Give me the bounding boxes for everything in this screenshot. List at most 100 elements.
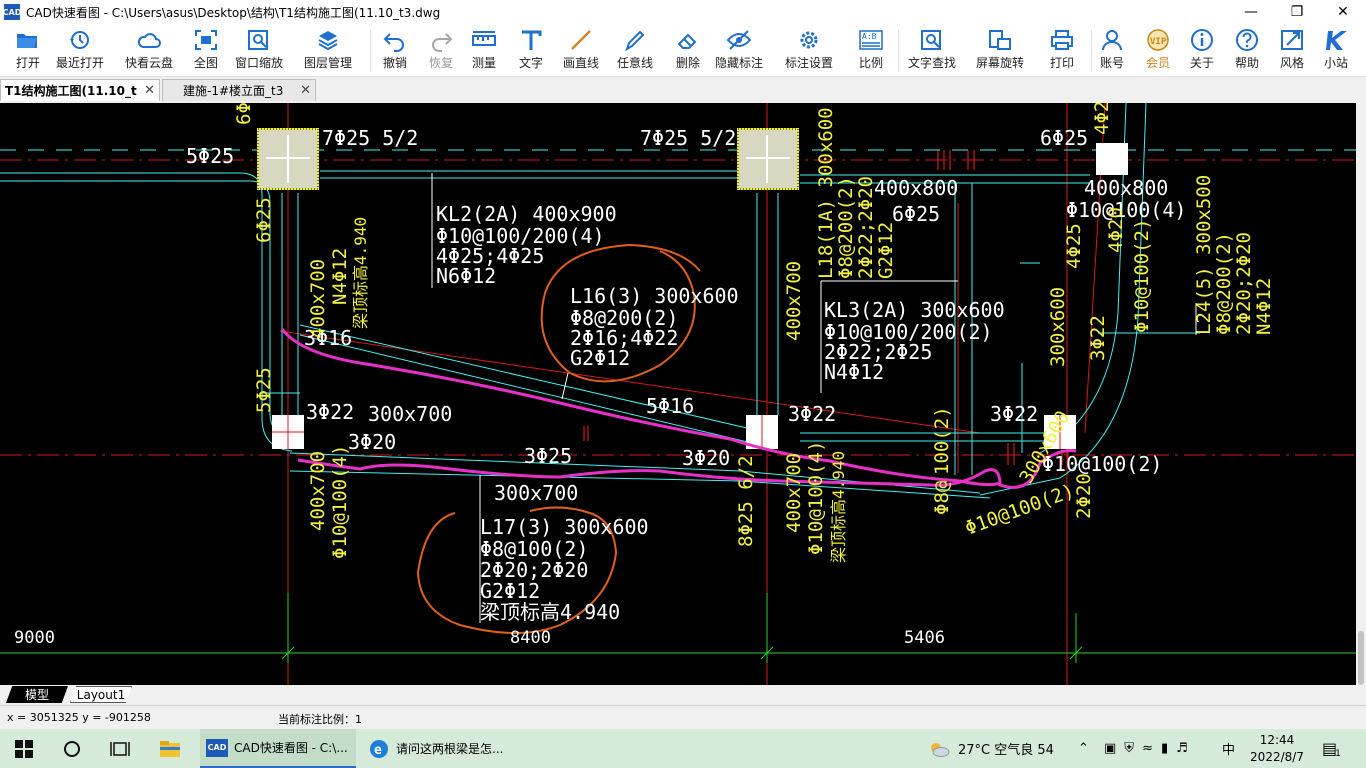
rotate-screen-icon	[989, 30, 1011, 50]
volume-icon[interactable]: ♬	[1176, 741, 1188, 756]
printer-icon	[1051, 30, 1073, 50]
cloud-sun-icon	[931, 742, 950, 757]
toolbar-label: 画直线	[562, 56, 599, 70]
label-5phi16: 5Φ16	[646, 394, 694, 418]
taskbar-app-cad[interactable]: CAD CAD快速看图 - C:\...	[200, 729, 356, 768]
svg-text:A:B: A:B	[862, 32, 877, 41]
label-y-elev-a: 梁顶标高4.940	[351, 217, 370, 329]
svg-text:e: e	[374, 743, 382, 758]
drawing-canvas[interactable]: 5Φ25 7Φ25 5/2 7Φ25 5/2 6Φ25 KL2(2A) 400x…	[0, 103, 1356, 685]
annotation-scale-status: 当前标注比例：1	[278, 713, 362, 726]
user-icon	[1102, 30, 1122, 51]
line-icon	[571, 30, 591, 50]
open-button[interactable]: 打开	[0, 28, 56, 74]
toolbar-label: 任意线	[616, 56, 653, 70]
recent-button[interactable]: 最近打开	[52, 28, 108, 74]
defender-icon[interactable]: ⛨	[1124, 741, 1134, 756]
weather-widget[interactable]: 27°C 空气良 54	[928, 729, 1054, 768]
tab-elevation[interactable]: 建施-1#楼立面_t3 ✕	[162, 79, 316, 101]
freeline-button[interactable]: 任意线	[607, 28, 663, 74]
label-y-l24-stirrup: Φ8@200(2)	[1213, 232, 1235, 335]
battery-icon[interactable]: ▮	[1161, 741, 1168, 756]
folder-icon	[160, 740, 180, 757]
close-button[interactable]: ✕	[1320, 0, 1366, 24]
erase-button[interactable]: 删除	[660, 28, 716, 74]
fullview-button[interactable]: 全图	[178, 28, 234, 74]
tray-app-icon[interactable]: ▣	[1104, 741, 1116, 756]
label-y-400x700-b: 400x700	[783, 261, 805, 341]
label-l17-elevation: 梁顶标高4.940	[480, 600, 620, 624]
label-y-phi10-c: Φ10@100(4)	[805, 441, 827, 555]
taskbar-app-label: CAD快速看图 - C:\...	[234, 741, 348, 755]
tab-model[interactable]: 模型	[6, 686, 68, 703]
toolbar-label: 打印	[1049, 56, 1074, 70]
label-y-phi10-d: Φ10@100(2)	[962, 480, 1077, 540]
layers-button[interactable]: 图层管理	[300, 28, 356, 74]
label-l16: L16(3) 300x600	[570, 284, 739, 308]
findtext-button[interactable]: 文字查找	[904, 28, 960, 74]
scroll-thumb[interactable]	[1358, 631, 1364, 685]
notification-count: 1	[1335, 748, 1341, 759]
toolbar-label: 标注设置	[784, 56, 833, 70]
vip-icon: VIP	[1147, 29, 1169, 51]
label-y-6phi25-a: 6Φ25	[253, 197, 275, 243]
zoom-window-icon	[248, 30, 268, 50]
marksettings-button[interactable]: 标注设置	[781, 28, 837, 74]
taskbar-app-browser[interactable]: e 请问这两根梁是怎...	[362, 729, 512, 768]
label-3phi20-b: 3Φ20	[682, 446, 730, 470]
label-l17: L17(3) 300x600	[480, 515, 649, 539]
task-view-button[interactable]	[104, 729, 136, 768]
app-logo: CAD	[3, 4, 21, 20]
print-button[interactable]: 打印	[1034, 28, 1090, 74]
clock[interactable]: 12:44 2022/8/7	[1248, 729, 1306, 768]
scale-button[interactable]: A:B 比例	[843, 28, 899, 74]
find-text-icon	[921, 30, 941, 50]
tray-overflow-icon[interactable]: ⌃	[1078, 729, 1089, 768]
rotate-button[interactable]: 屏幕旋转	[972, 28, 1028, 74]
label-y-400x700-a: 400x700	[307, 259, 329, 339]
tab-t1-structure[interactable]: T1结构施工图(11.10_t ✕	[0, 79, 160, 101]
taskbar-app-label: 请问这两根梁是怎...	[396, 742, 504, 756]
help-icon	[1236, 29, 1258, 51]
label-3phi20-a: 3Φ20	[348, 430, 396, 454]
window-title: CAD快速看图 - C:\Users\asus\Desktop\结构\T1结构施…	[26, 5, 441, 20]
text-button[interactable]: 文字	[503, 28, 559, 74]
label-300x700-b: 300x700	[494, 481, 578, 505]
dimension-lines	[0, 593, 1356, 663]
toolbar-label: 小站	[1323, 56, 1348, 70]
search-button[interactable]	[56, 729, 88, 768]
label-y-5phi25: 5Φ25	[253, 367, 275, 413]
toolbar-label: 比例	[858, 56, 883, 70]
label-kl2: KL2(2A) 400x900	[436, 202, 617, 226]
toolbar-label: 窗口缩放	[234, 56, 283, 70]
tab-close-icon[interactable]: ✕	[144, 83, 155, 98]
minimize-button[interactable]: —	[1228, 0, 1274, 24]
notification-center-button[interactable]: ▤ 1	[1322, 729, 1341, 768]
start-button[interactable]	[8, 729, 40, 768]
status-bar: x = 3051325 y = -901258 当前标注比例：1	[0, 705, 1366, 729]
windows-logo-icon	[15, 739, 33, 758]
ime-indicator[interactable]: 中	[1222, 729, 1235, 768]
wifi-icon[interactable]: ≈	[1142, 741, 1153, 756]
line-button[interactable]: 画直线	[553, 28, 609, 74]
file-explorer-button[interactable]	[152, 729, 188, 768]
zoomwin-button[interactable]: 窗口缩放	[231, 28, 287, 74]
label-7phi25-a: 7Φ25 5/2	[322, 126, 418, 150]
windows-taskbar: CAD CAD快速看图 - C:\... e 请问这两根梁是怎... 27°C …	[0, 729, 1366, 768]
maximize-button[interactable]: ❐	[1274, 0, 1320, 24]
cad-drawing: 5Φ25 7Φ25 5/2 7Φ25 5/2 6Φ25 KL2(2A) 400x…	[0, 103, 1356, 685]
hidemarks-button[interactable]: 隐藏标注	[711, 28, 767, 74]
toolbar-label: 删除	[675, 56, 700, 70]
tab-close-icon[interactable]: ✕	[300, 83, 311, 98]
folder-open-icon	[17, 34, 37, 48]
label-y-4phi2: 4Φ2	[1091, 103, 1113, 135]
toolbar-label: 最近打开	[55, 56, 104, 70]
tab-layout1[interactable]: Layout1	[70, 686, 132, 703]
toolbar-label: 撤销	[382, 56, 407, 70]
cloud-button[interactable]: 快看云盘	[121, 28, 177, 74]
fit-extents-icon	[195, 30, 217, 50]
site-button[interactable]: 小站	[1308, 28, 1364, 74]
label-y-l18-g: G2Φ12	[875, 222, 897, 279]
toolbar-separator	[898, 30, 899, 72]
vertical-scrollbar[interactable]	[1356, 103, 1366, 685]
